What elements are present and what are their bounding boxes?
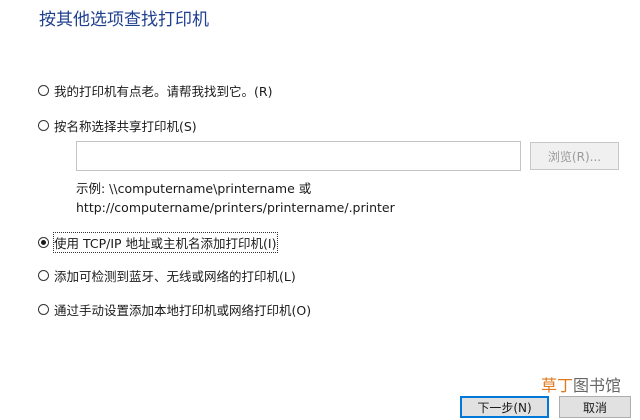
cancel-button[interactable]: 取消 [559, 396, 631, 418]
watermark-part-b: 图书馆 [573, 376, 622, 395]
shared-printer-name-input[interactable] [76, 141, 521, 171]
radio-button-old-printer[interactable] [38, 85, 49, 96]
radio-label-tcpip: 使用 TCP/IP 地址或主机名添加打印机(I) [53, 232, 278, 253]
radio-option-local[interactable]: 通过手动设置添加本地打印机或网络打印机(O) [38, 300, 311, 319]
radio-option-shared-printer[interactable]: 按名称选择共享打印机(S) [38, 116, 197, 135]
next-button[interactable]: 下一步(N) [460, 396, 549, 418]
radio-button-wireless[interactable] [38, 270, 49, 281]
browse-button[interactable]: 浏览(R)... [530, 142, 619, 170]
radio-button-local[interactable] [38, 304, 49, 315]
page-title: 按其他选项查找打印机 [39, 10, 209, 30]
radio-option-old-printer[interactable]: 我的打印机有点老。请帮我找到它。(R) [38, 81, 272, 100]
radio-button-shared-printer[interactable] [38, 120, 49, 131]
watermark-part-a: 草丁 [541, 376, 574, 395]
watermark-logo: 草丁图书馆 [541, 372, 621, 396]
radio-option-tcpip[interactable]: 使用 TCP/IP 地址或主机名添加打印机(I) [38, 232, 278, 253]
radio-button-tcpip[interactable] [38, 237, 49, 248]
radio-option-wireless[interactable]: 添加可检测到蓝牙、无线或网络的打印机(L) [38, 266, 296, 285]
radio-label-local: 通过手动设置添加本地打印机或网络打印机(O) [54, 303, 312, 318]
radio-label-wireless: 添加可检测到蓝牙、无线或网络的打印机(L) [54, 269, 296, 284]
example-text: 示例: \\computername\printername 或 http://… [76, 179, 395, 217]
example-line-2: http://computername/printers/printername… [76, 200, 395, 215]
radio-label-shared-printer: 按名称选择共享打印机(S) [54, 119, 197, 134]
example-line-1: 示例: \\computername\printername 或 [76, 181, 312, 196]
radio-label-old-printer: 我的打印机有点老。请帮我找到它。(R) [54, 84, 273, 99]
